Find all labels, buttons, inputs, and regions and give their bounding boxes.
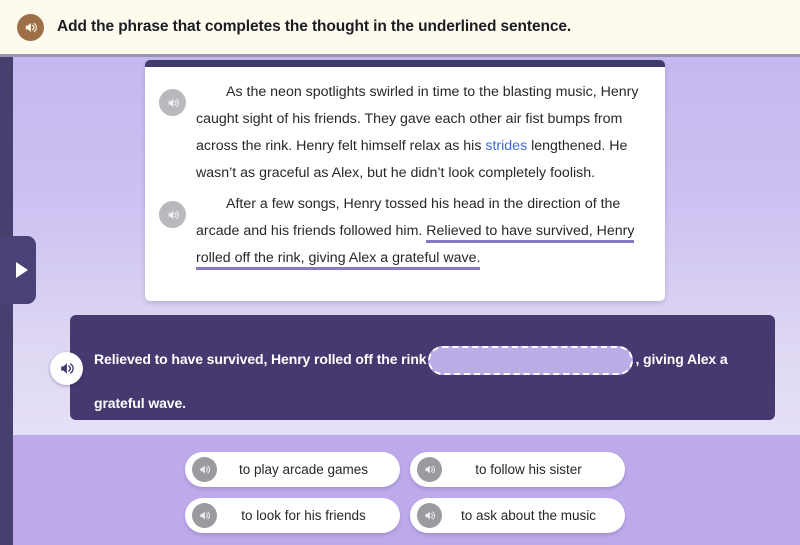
- passage-body: As the neon spotlights swirled in time t…: [145, 67, 665, 286]
- answer-text-before: Relieved to have survived, Henry rolled …: [94, 351, 427, 367]
- choice-option-3-label: to look for his friends: [241, 508, 366, 523]
- header-divider: [0, 54, 800, 57]
- passage-card-topbar: [145, 60, 665, 67]
- paragraph-2-text: After a few songs, Henry tossed his head…: [196, 191, 645, 272]
- answer-sentence: Relieved to have survived, Henry rolled …: [94, 337, 751, 425]
- answer-blank-dropzone[interactable]: [428, 345, 634, 375]
- choice-option-1-label: to play arcade games: [238, 462, 369, 477]
- answer-sentence-bar: Relieved to have survived, Henry rolled …: [70, 315, 775, 420]
- speaker-icon[interactable]: [50, 352, 83, 385]
- speaker-icon[interactable]: [159, 201, 186, 228]
- speaker-icon[interactable]: [192, 457, 217, 482]
- activity-screen: Add the phrase that completes the though…: [0, 0, 800, 545]
- speaker-icon[interactable]: [417, 503, 442, 528]
- answer-speaker-wrap: [50, 352, 83, 385]
- speaker-icon[interactable]: [417, 457, 442, 482]
- play-triangle-icon: [16, 262, 28, 278]
- paragraph-1-text: As the neon spotlights swirled in time t…: [196, 79, 645, 187]
- speaker-icon[interactable]: [17, 13, 44, 41]
- choice-option-2-label: to follow his sister: [475, 462, 582, 477]
- answer-choices: to play arcade games to follow his siste…: [185, 452, 625, 533]
- speaker-icon[interactable]: [159, 89, 186, 116]
- question-header: Add the phrase that completes the though…: [0, 0, 800, 54]
- choice-option-3[interactable]: to look for his friends: [185, 498, 400, 533]
- speaker-icon[interactable]: [192, 503, 217, 528]
- paragraph-2: After a few songs, Henry tossed his head…: [159, 191, 645, 272]
- choice-option-1[interactable]: to play arcade games: [185, 452, 400, 487]
- page-title: Add the phrase that completes the though…: [57, 18, 572, 35]
- choice-option-4[interactable]: to ask about the music: [410, 498, 625, 533]
- paragraph-1: As the neon spotlights swirled in time t…: [159, 79, 645, 187]
- drawer-toggle-button[interactable]: [0, 236, 36, 304]
- choice-option-2[interactable]: to follow his sister: [410, 452, 625, 487]
- passage-card: As the neon spotlights swirled in time t…: [145, 60, 665, 301]
- choice-option-4-label: to ask about the music: [460, 508, 597, 523]
- vocab-word-strides[interactable]: strides: [485, 138, 527, 154]
